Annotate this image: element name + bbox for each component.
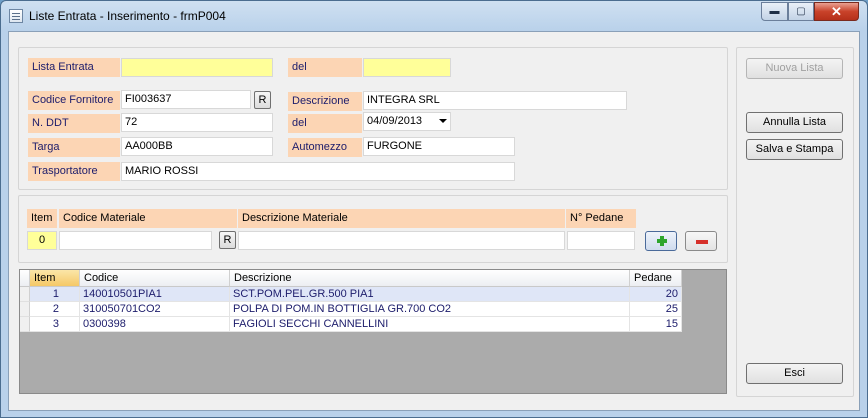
row-item: 1 [30,287,80,302]
descrizione-label: Descrizione [288,92,362,111]
targa-field[interactable]: AA000BB [121,137,273,156]
del-ddt-date-picker[interactable]: 04/09/2013 [363,112,451,131]
remove-item-button[interactable] [685,231,717,251]
app-window: Liste Entrata - Inserimento - frmP004 ▬ … [0,0,868,418]
grid-header-descrizione[interactable]: Descrizione [230,270,630,287]
grid-header-codice[interactable]: Codice [80,270,230,287]
codice-materiale-field[interactable] [59,231,212,250]
codice-fornitore-label: Codice Fornitore [28,91,120,110]
form-client-area: Lista Entrata del Codice Fornitore FI003… [8,31,860,411]
chevron-down-icon[interactable] [439,119,447,123]
lista-entrata-label: Lista Entrata [28,58,120,77]
del-lista-field[interactable] [363,58,451,77]
table-row[interactable]: 2 310050701CO2 POLPA DI POM.IN BOTTIGLIA… [20,302,682,317]
row-descrizione: SCT.POM.PEL.GR.500 PIA1 [230,287,630,302]
close-button[interactable]: ✕ [814,2,859,21]
row-indicator [20,302,30,317]
codice-fornitore-field[interactable]: FI003637 [121,90,251,109]
items-grid[interactable]: Item Codice Descrizione Pedane 1 1400105… [19,269,727,394]
fornitore-lookup-button[interactable]: R [254,91,271,109]
codice-materiale-header: Codice Materiale [59,209,237,228]
minimize-button[interactable]: ▬ [761,2,788,21]
item-header: Item [27,209,57,228]
salva-stampa-button[interactable]: Salva e Stampa [746,139,843,160]
del-ddt-value: 04/09/2013 [367,115,423,127]
n-pedane-field[interactable] [567,231,635,250]
plus-icon [657,236,667,246]
row-pedane: 15 [630,317,682,332]
add-item-button[interactable] [645,231,677,251]
table-row[interactable]: 1 140010501PIA1 SCT.POM.PEL.GR.500 PIA1 … [20,287,682,302]
descrizione-materiale-header: Descrizione Materiale [238,209,565,228]
row-codice: 140010501PIA1 [80,287,230,302]
table-row[interactable]: 3 0300398 FAGIOLI SECCHI CANNELLINI 15 [20,317,682,332]
grid-header-pedane[interactable]: Pedane [630,270,682,287]
row-indicator [20,317,30,332]
n-ddt-field[interactable]: 72 [121,113,273,132]
automezzo-field[interactable]: FURGONE [363,137,515,156]
descrizione-materiale-field[interactable] [238,231,565,250]
row-codice: 0300398 [80,317,230,332]
trasportatore-field[interactable]: MARIO ROSSI [121,162,515,181]
esci-button[interactable]: Esci [746,363,843,384]
annulla-lista-button[interactable]: Annulla Lista [746,112,843,133]
lista-entrata-field[interactable] [121,58,273,77]
row-item: 2 [30,302,80,317]
n-ddt-label: N. DDT [28,114,120,133]
del-lista-label: del [288,58,362,77]
grid-corner [20,270,30,287]
nuova-lista-button[interactable]: Nuova Lista [746,58,843,79]
n-pedane-header: N° Pedane [566,209,636,228]
grid-header-item[interactable]: Item [30,270,80,287]
row-indicator [20,287,30,302]
row-item: 3 [30,317,80,332]
targa-label: Targa [28,138,120,157]
minus-icon [696,240,708,244]
item-number-field[interactable]: 0 [27,231,57,250]
item-entry-panel [18,195,728,263]
row-descrizione: POLPA DI POM.IN BOTTIGLIA GR.700 CO2 [230,302,630,317]
trasportatore-label: Trasportatore [28,162,120,181]
automezzo-label: Automezzo [288,138,362,157]
actions-panel [736,47,854,397]
materiale-lookup-button[interactable]: R [219,231,236,249]
row-codice: 310050701CO2 [80,302,230,317]
del-ddt-label: del [288,114,362,133]
maximize-button[interactable]: ▢ [788,2,814,21]
row-descrizione: FAGIOLI SECCHI CANNELLINI [230,317,630,332]
descrizione-field[interactable]: INTEGRA SRL [363,91,627,110]
row-pedane: 20 [630,287,682,302]
form-icon [9,9,23,23]
window-title: Liste Entrata - Inserimento - frmP004 [29,9,226,23]
row-pedane: 25 [630,302,682,317]
title-bar[interactable]: Liste Entrata - Inserimento - frmP004 ▬ … [1,1,867,31]
